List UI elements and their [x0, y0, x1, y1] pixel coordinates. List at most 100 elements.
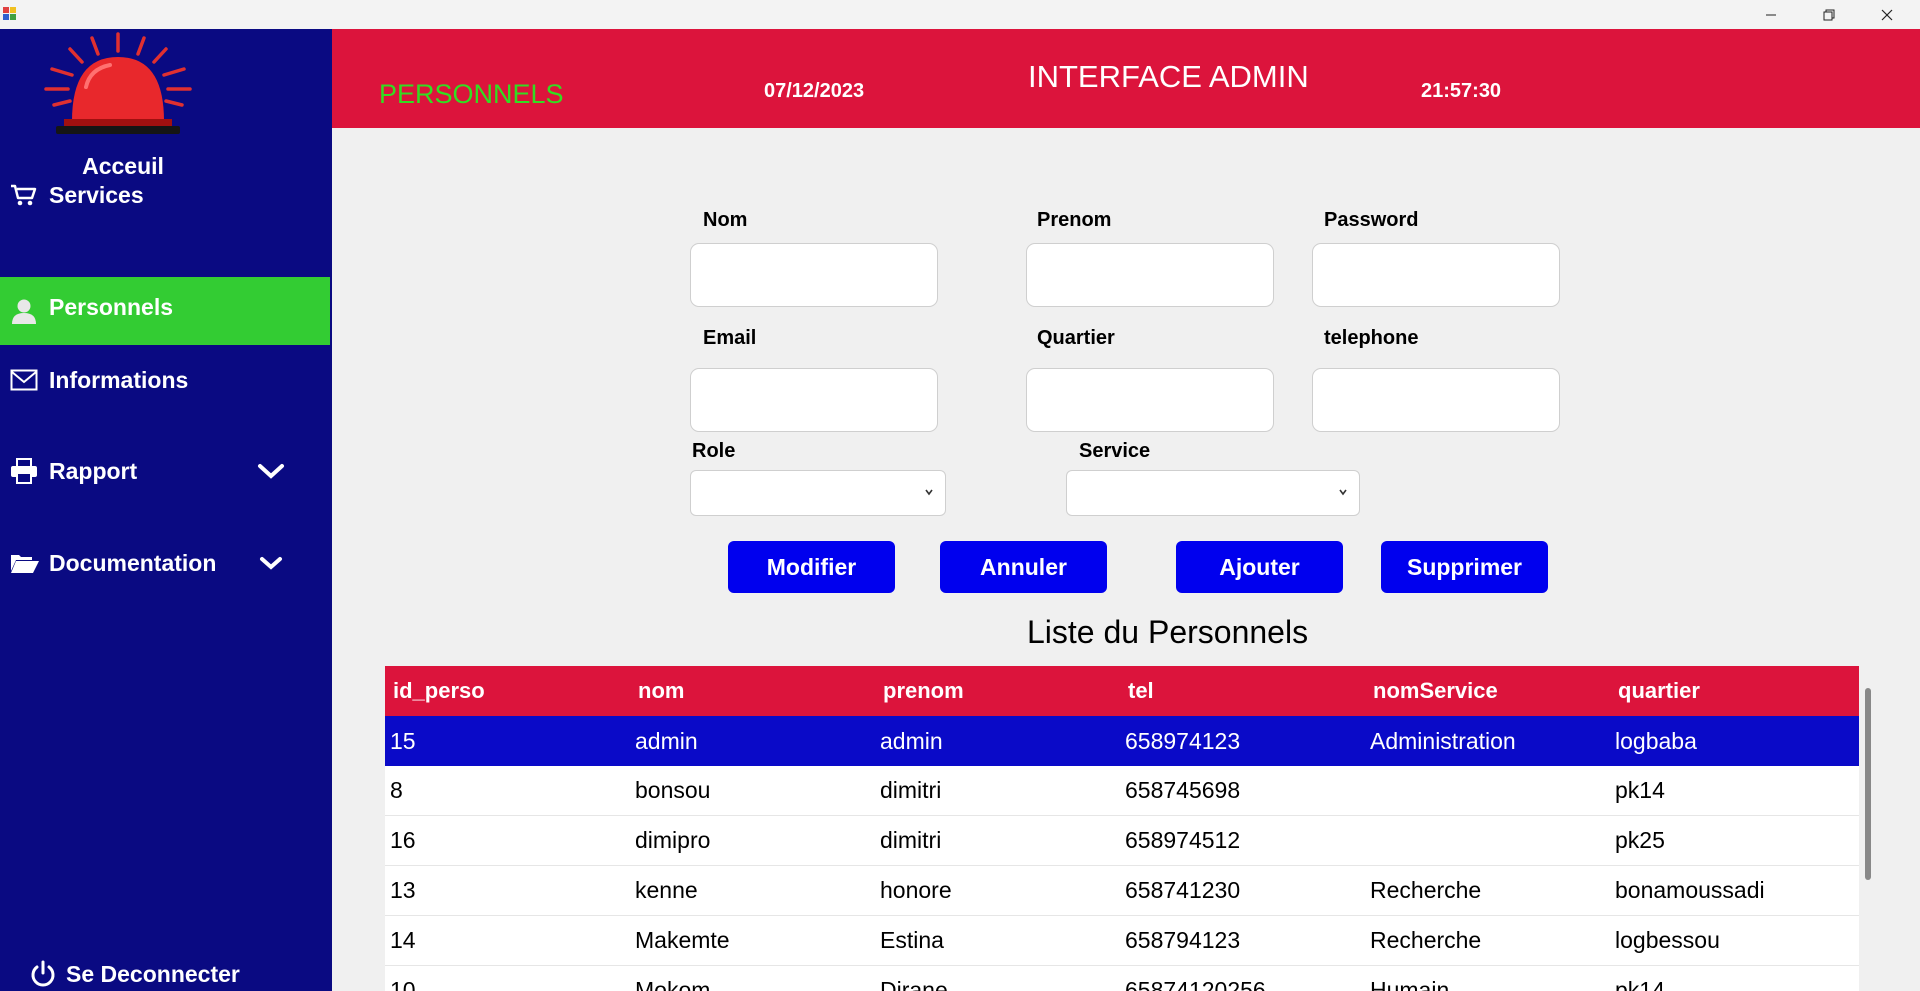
table-cell[interactable]: 658974512 — [1120, 827, 1365, 854]
email-input[interactable] — [690, 368, 938, 432]
table-cell[interactable]: Mokom — [630, 977, 875, 991]
sidebar-item-label: Services — [49, 181, 144, 208]
table-cell[interactable]: 16 — [385, 827, 630, 854]
section-title: PERSONNELS — [379, 79, 564, 109]
user-icon — [10, 297, 40, 325]
table-cell[interactable]: 13 — [385, 877, 630, 904]
table-cell[interactable]: 14 — [385, 927, 630, 954]
table-cell[interactable]: dimitri — [875, 777, 1120, 804]
table-cell[interactable]: 658974123 — [1120, 728, 1365, 755]
envelope-icon — [10, 369, 40, 391]
column-header[interactable]: quartier — [1610, 678, 1859, 704]
sidebar-item-informations[interactable]: Informations — [0, 346, 330, 414]
table-cell[interactable]: bonsou — [630, 777, 875, 804]
close-button[interactable] — [1858, 0, 1916, 29]
table-cell[interactable]: bonamoussadi — [1610, 877, 1859, 904]
nom-input[interactable] — [690, 243, 938, 307]
app-icon — [3, 7, 17, 21]
modifier-button[interactable]: Modifier — [728, 541, 895, 593]
table-row[interactable]: 13 kenne honore 658741230 Recherche bonamouss… — [385, 866, 1859, 916]
table-body: 15 admin admin 658974123 Administration logba… — [385, 716, 1859, 991]
logout-label: Se Deconnecter — [66, 960, 240, 987]
prenom-input[interactable] — [1026, 243, 1274, 307]
telephone-label: telephone — [1324, 327, 1419, 349]
table-cell[interactable]: Recherche — [1365, 927, 1610, 954]
table-cell[interactable]: 10 — [385, 977, 630, 991]
table-cell[interactable]: dimitri — [875, 827, 1120, 854]
window-titlebar — [0, 0, 1920, 29]
table-cell[interactable]: pk25 — [1610, 827, 1859, 854]
ajouter-button[interactable]: Ajouter — [1176, 541, 1343, 593]
annuler-button[interactable]: Annuler — [940, 541, 1107, 593]
chevron-down-icon — [1337, 485, 1349, 503]
header-date: 07/12/2023 — [764, 80, 865, 102]
sidebar-item-rapport[interactable]: Rapport — [0, 437, 330, 505]
sidebar: Acceuil Services Personnels Informations… — [0, 29, 332, 991]
sidebar-item-documentation[interactable]: Documentation — [0, 529, 330, 597]
table-cell[interactable]: 658741230 — [1120, 877, 1365, 904]
table-header: id_perso nom prenom tel nomService quart… — [385, 666, 1859, 716]
page-title: INTERFACE ADMIN — [1028, 59, 1309, 94]
password-input[interactable] — [1312, 243, 1560, 307]
service-label: Service — [1079, 440, 1151, 462]
restore-button[interactable] — [1800, 0, 1858, 29]
personnel-table: id_perso nom prenom tel nomService quart… — [385, 666, 1859, 991]
table-cell[interactable]: pk14 — [1610, 777, 1859, 804]
table-cell[interactable]: Administration — [1365, 728, 1610, 755]
sidebar-item-label: Personnels — [49, 293, 173, 320]
chevron-down-icon[interactable] — [256, 437, 286, 505]
table-row[interactable]: 8 bonsou dimitri 658745698 pk14 — [385, 766, 1859, 816]
email-label: Email — [703, 327, 757, 349]
table-cell[interactable]: dimipro — [630, 827, 875, 854]
logout-button[interactable]: Se Deconnecter — [28, 959, 240, 989]
minimize-button[interactable] — [1742, 0, 1800, 29]
table-row[interactable]: 10 Mokom Dirane 65874120256 Humain pk14 — [385, 966, 1859, 991]
minimize-icon — [1766, 14, 1776, 15]
folder-open-icon — [10, 552, 40, 574]
column-header[interactable]: id_perso — [385, 678, 630, 704]
table-row[interactable]: 16 dimipro dimitri 658974512 pk25 — [385, 816, 1859, 866]
chevron-down-icon — [923, 485, 935, 503]
table-cell[interactable]: logbaba — [1610, 728, 1859, 755]
table-cell[interactable]: Humain — [1365, 977, 1610, 991]
table-cell[interactable]: Dirane — [875, 977, 1120, 991]
quartier-label: Quartier — [1037, 327, 1115, 349]
table-cell[interactable]: kenne — [630, 877, 875, 904]
table-cell[interactable]: 15 — [385, 728, 630, 755]
chevron-down-icon[interactable] — [256, 529, 286, 597]
table-cell[interactable]: Recherche — [1365, 877, 1610, 904]
printer-icon — [10, 458, 40, 484]
prenom-label: Prenom — [1037, 209, 1112, 231]
table-scrollbar[interactable] — [1865, 688, 1871, 880]
table-cell[interactable]: honore — [875, 877, 1120, 904]
table-cell[interactable]: Estina — [875, 927, 1120, 954]
restore-icon — [1823, 9, 1835, 20]
column-header[interactable]: prenom — [875, 678, 1120, 704]
table-row[interactable]: 14 Makemte Estina 658794123 Recherche logbess… — [385, 916, 1859, 966]
supprimer-button[interactable]: Supprimer — [1381, 541, 1548, 593]
table-row[interactable]: 15 admin admin 658974123 Administration logba… — [385, 716, 1859, 766]
cart-icon — [10, 183, 40, 207]
column-header[interactable]: nomService — [1365, 678, 1610, 704]
table-cell[interactable]: Makemte — [630, 927, 875, 954]
table-cell[interactable]: 658745698 — [1120, 777, 1365, 804]
table-cell[interactable]: admin — [630, 728, 875, 755]
sidebar-item-label: Rapport — [49, 457, 138, 484]
table-cell[interactable]: 65874120256 — [1120, 977, 1365, 991]
table-cell[interactable]: admin — [875, 728, 1120, 755]
close-icon — [1881, 9, 1893, 20]
sidebar-item-personnels[interactable]: Personnels — [0, 277, 330, 345]
service-select[interactable] — [1066, 470, 1360, 516]
password-label: Password — [1324, 209, 1419, 231]
table-cell[interactable]: pk14 — [1610, 977, 1859, 991]
list-title: Liste du Personnels — [1027, 614, 1309, 650]
table-cell[interactable]: logbessou — [1610, 927, 1859, 954]
quartier-input[interactable] — [1026, 368, 1274, 432]
role-select[interactable] — [690, 470, 946, 516]
sidebar-item-services[interactable]: Services — [0, 161, 330, 229]
column-header[interactable]: nom — [630, 678, 875, 704]
column-header[interactable]: tel — [1120, 678, 1365, 704]
table-cell[interactable]: 658794123 — [1120, 927, 1365, 954]
table-cell[interactable]: 8 — [385, 777, 630, 804]
telephone-input[interactable] — [1312, 368, 1560, 432]
